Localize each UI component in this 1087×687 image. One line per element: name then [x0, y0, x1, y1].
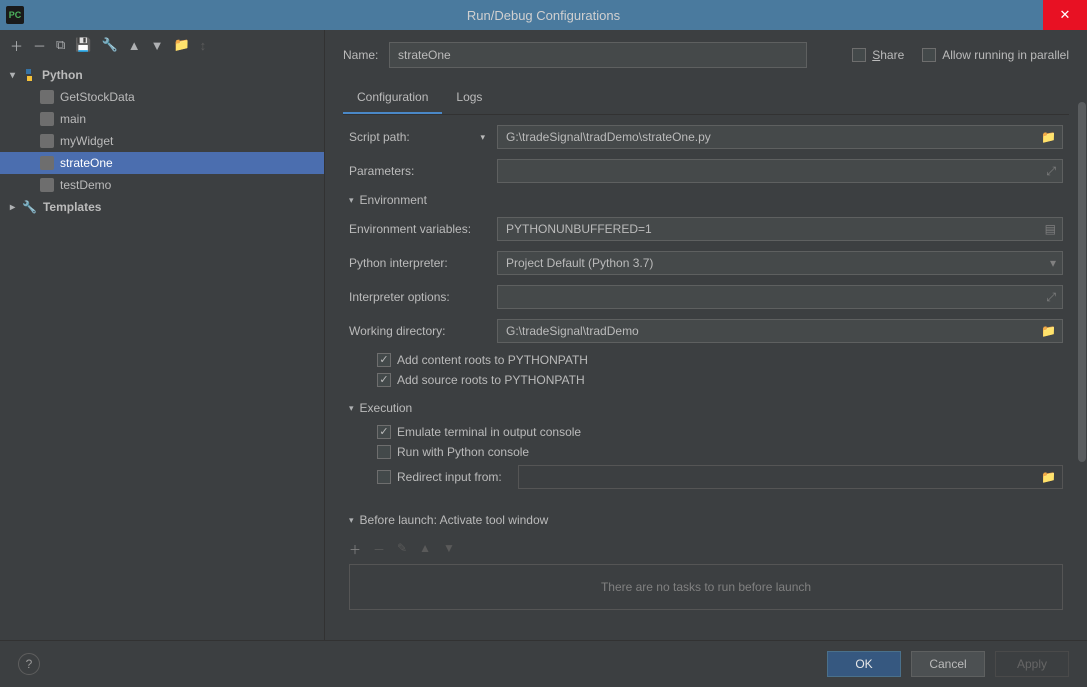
scrollbar[interactable]	[1077, 102, 1087, 640]
file-icon	[40, 178, 54, 192]
remove-config-button[interactable]: －	[33, 36, 46, 55]
share-label: Share	[872, 48, 904, 62]
share-checkbox[interactable]: Share	[852, 48, 904, 62]
ok-button[interactable]: OK	[827, 651, 901, 677]
env-vars-label: Environment variables:	[349, 222, 497, 236]
parameters-field[interactable]: ⤢	[497, 159, 1063, 183]
move-down-button[interactable]: ▼	[151, 38, 164, 53]
interpreter-select[interactable]: Project Default (Python 3.7)▾	[497, 251, 1063, 275]
window-title: Run/Debug Configurations	[467, 8, 620, 23]
configuration-form: Script path:▾ G:\tradeSignal\tradDemo\st…	[343, 115, 1069, 640]
sort-button[interactable]: ↕	[200, 38, 207, 53]
tree-item-label: testDemo	[60, 178, 111, 192]
tree-node-label: Templates	[43, 200, 101, 214]
tree-item-getstockdata[interactable]: GetStockData	[0, 86, 324, 108]
chevron-down-icon: ▾	[349, 195, 354, 206]
execution-section-header[interactable]: ▾Execution	[349, 401, 1063, 415]
copy-config-button[interactable]: ⧉	[56, 37, 65, 53]
chevron-right-icon: ▸	[10, 202, 22, 213]
run-python-console-checkbox[interactable]: Run with Python console	[377, 445, 529, 459]
folder-button[interactable]: 📁	[173, 37, 189, 53]
emulate-terminal-checkbox[interactable]: Emulate terminal in output console	[377, 425, 581, 439]
chevron-down-icon: ▾	[349, 403, 354, 414]
redirect-input-checkbox[interactable]: Redirect input from:	[377, 470, 502, 484]
tree-item-label: GetStockData	[60, 90, 135, 104]
folder-icon: 📁	[1041, 470, 1056, 484]
add-task-button[interactable]: ＋	[349, 541, 361, 558]
workdir-label: Working directory:	[349, 324, 497, 338]
interpreter-label: Python interpreter:	[349, 256, 497, 270]
parameters-label: Parameters:	[349, 164, 497, 178]
file-icon	[40, 156, 54, 170]
sidebar: ＋ － ⧉ 💾 🔧 ▲ ▼ 📁 ↕ ▾ Python GetStockData …	[0, 30, 325, 640]
workdir-field[interactable]: G:\tradeSignal\tradDemo📁	[497, 319, 1063, 343]
tree-item-label: myWidget	[60, 134, 113, 148]
redirect-input-field: 📁	[518, 465, 1063, 489]
allow-parallel-checkbox[interactable]: Allow running in parallel	[922, 48, 1069, 62]
before-launch-toolbar: ＋ － ✎ ▲ ▼	[349, 537, 1063, 562]
interp-options-label: Interpreter options:	[349, 290, 497, 304]
add-source-roots-checkbox[interactable]: Add source roots to PYTHONPATH	[377, 373, 585, 387]
edit-defaults-button[interactable]: 🔧	[102, 37, 118, 53]
allow-parallel-label: Allow running in parallel	[942, 48, 1069, 62]
tree-item-main[interactable]: main	[0, 108, 324, 130]
interp-options-field[interactable]: ⤢	[497, 285, 1063, 309]
tree-item-label: main	[60, 112, 86, 126]
tree-node-label: Python	[42, 68, 83, 82]
expand-icon[interactable]: ⤢	[1046, 164, 1056, 179]
tabs: Configuration Logs	[343, 82, 1069, 115]
chevron-down-icon: ▾	[349, 515, 354, 526]
footer: ? OK Cancel Apply	[0, 640, 1087, 686]
tab-configuration[interactable]: Configuration	[343, 82, 442, 114]
tree-node-templates[interactable]: ▸ 🔧 Templates	[0, 196, 324, 218]
chevron-down-icon[interactable]: ▾	[1050, 256, 1056, 270]
main-panel: Name: Share Allow running in parallel Co…	[325, 30, 1087, 640]
chevron-down-icon: ▾	[10, 70, 22, 81]
environment-section-header[interactable]: ▾Environment	[349, 193, 1063, 207]
before-launch-list: There are no tasks to run before launch	[349, 564, 1063, 610]
task-up-button[interactable]: ▲	[419, 541, 431, 558]
add-config-button[interactable]: ＋	[10, 36, 23, 55]
file-icon	[40, 134, 54, 148]
tree-item-testdemo[interactable]: testDemo	[0, 174, 324, 196]
task-down-button[interactable]: ▼	[443, 541, 455, 558]
wrench-icon: 🔧	[22, 200, 37, 214]
tree-item-strateone[interactable]: strateOne	[0, 152, 324, 174]
edit-task-button[interactable]: ✎	[397, 541, 407, 558]
chevron-down-icon: ▾	[480, 132, 485, 143]
script-path-field[interactable]: G:\tradeSignal\tradDemo\strateOne.py📁	[497, 125, 1063, 149]
save-config-button[interactable]: 💾	[75, 37, 91, 53]
python-icon	[22, 68, 36, 82]
tab-logs[interactable]: Logs	[442, 82, 496, 114]
close-button[interactable]: ✕	[1043, 0, 1087, 30]
folder-icon[interactable]: 📁	[1041, 324, 1056, 338]
tree-item-mywidget[interactable]: myWidget	[0, 130, 324, 152]
tree-node-python[interactable]: ▾ Python	[0, 64, 324, 86]
folder-icon[interactable]: 📁	[1041, 130, 1056, 144]
title-bar: PC Run/Debug Configurations ✕	[0, 0, 1087, 30]
scrollbar-thumb[interactable]	[1078, 102, 1086, 462]
cancel-button[interactable]: Cancel	[911, 651, 985, 677]
name-label: Name:	[343, 48, 389, 62]
file-icon	[40, 90, 54, 104]
name-input[interactable]	[389, 42, 807, 68]
before-launch-header[interactable]: ▾Before launch: Activate tool window	[349, 513, 1063, 527]
env-vars-field[interactable]: PYTHONUNBUFFERED=1▤	[497, 217, 1063, 241]
apply-button[interactable]: Apply	[995, 651, 1069, 677]
script-path-label[interactable]: Script path:▾	[349, 130, 497, 144]
remove-task-button[interactable]: －	[373, 541, 385, 558]
sidebar-toolbar: ＋ － ⧉ 💾 🔧 ▲ ▼ 📁 ↕	[0, 30, 324, 60]
file-icon	[40, 112, 54, 126]
help-button[interactable]: ?	[18, 653, 40, 675]
app-icon: PC	[6, 6, 24, 24]
add-content-roots-checkbox[interactable]: Add content roots to PYTHONPATH	[377, 353, 588, 367]
tree-item-label: strateOne	[60, 156, 113, 170]
list-icon[interactable]: ▤	[1045, 222, 1056, 236]
expand-icon[interactable]: ⤢	[1046, 290, 1056, 305]
config-tree: ▾ Python GetStockData main myWidget stra…	[0, 60, 324, 640]
move-up-button[interactable]: ▲	[128, 38, 141, 53]
